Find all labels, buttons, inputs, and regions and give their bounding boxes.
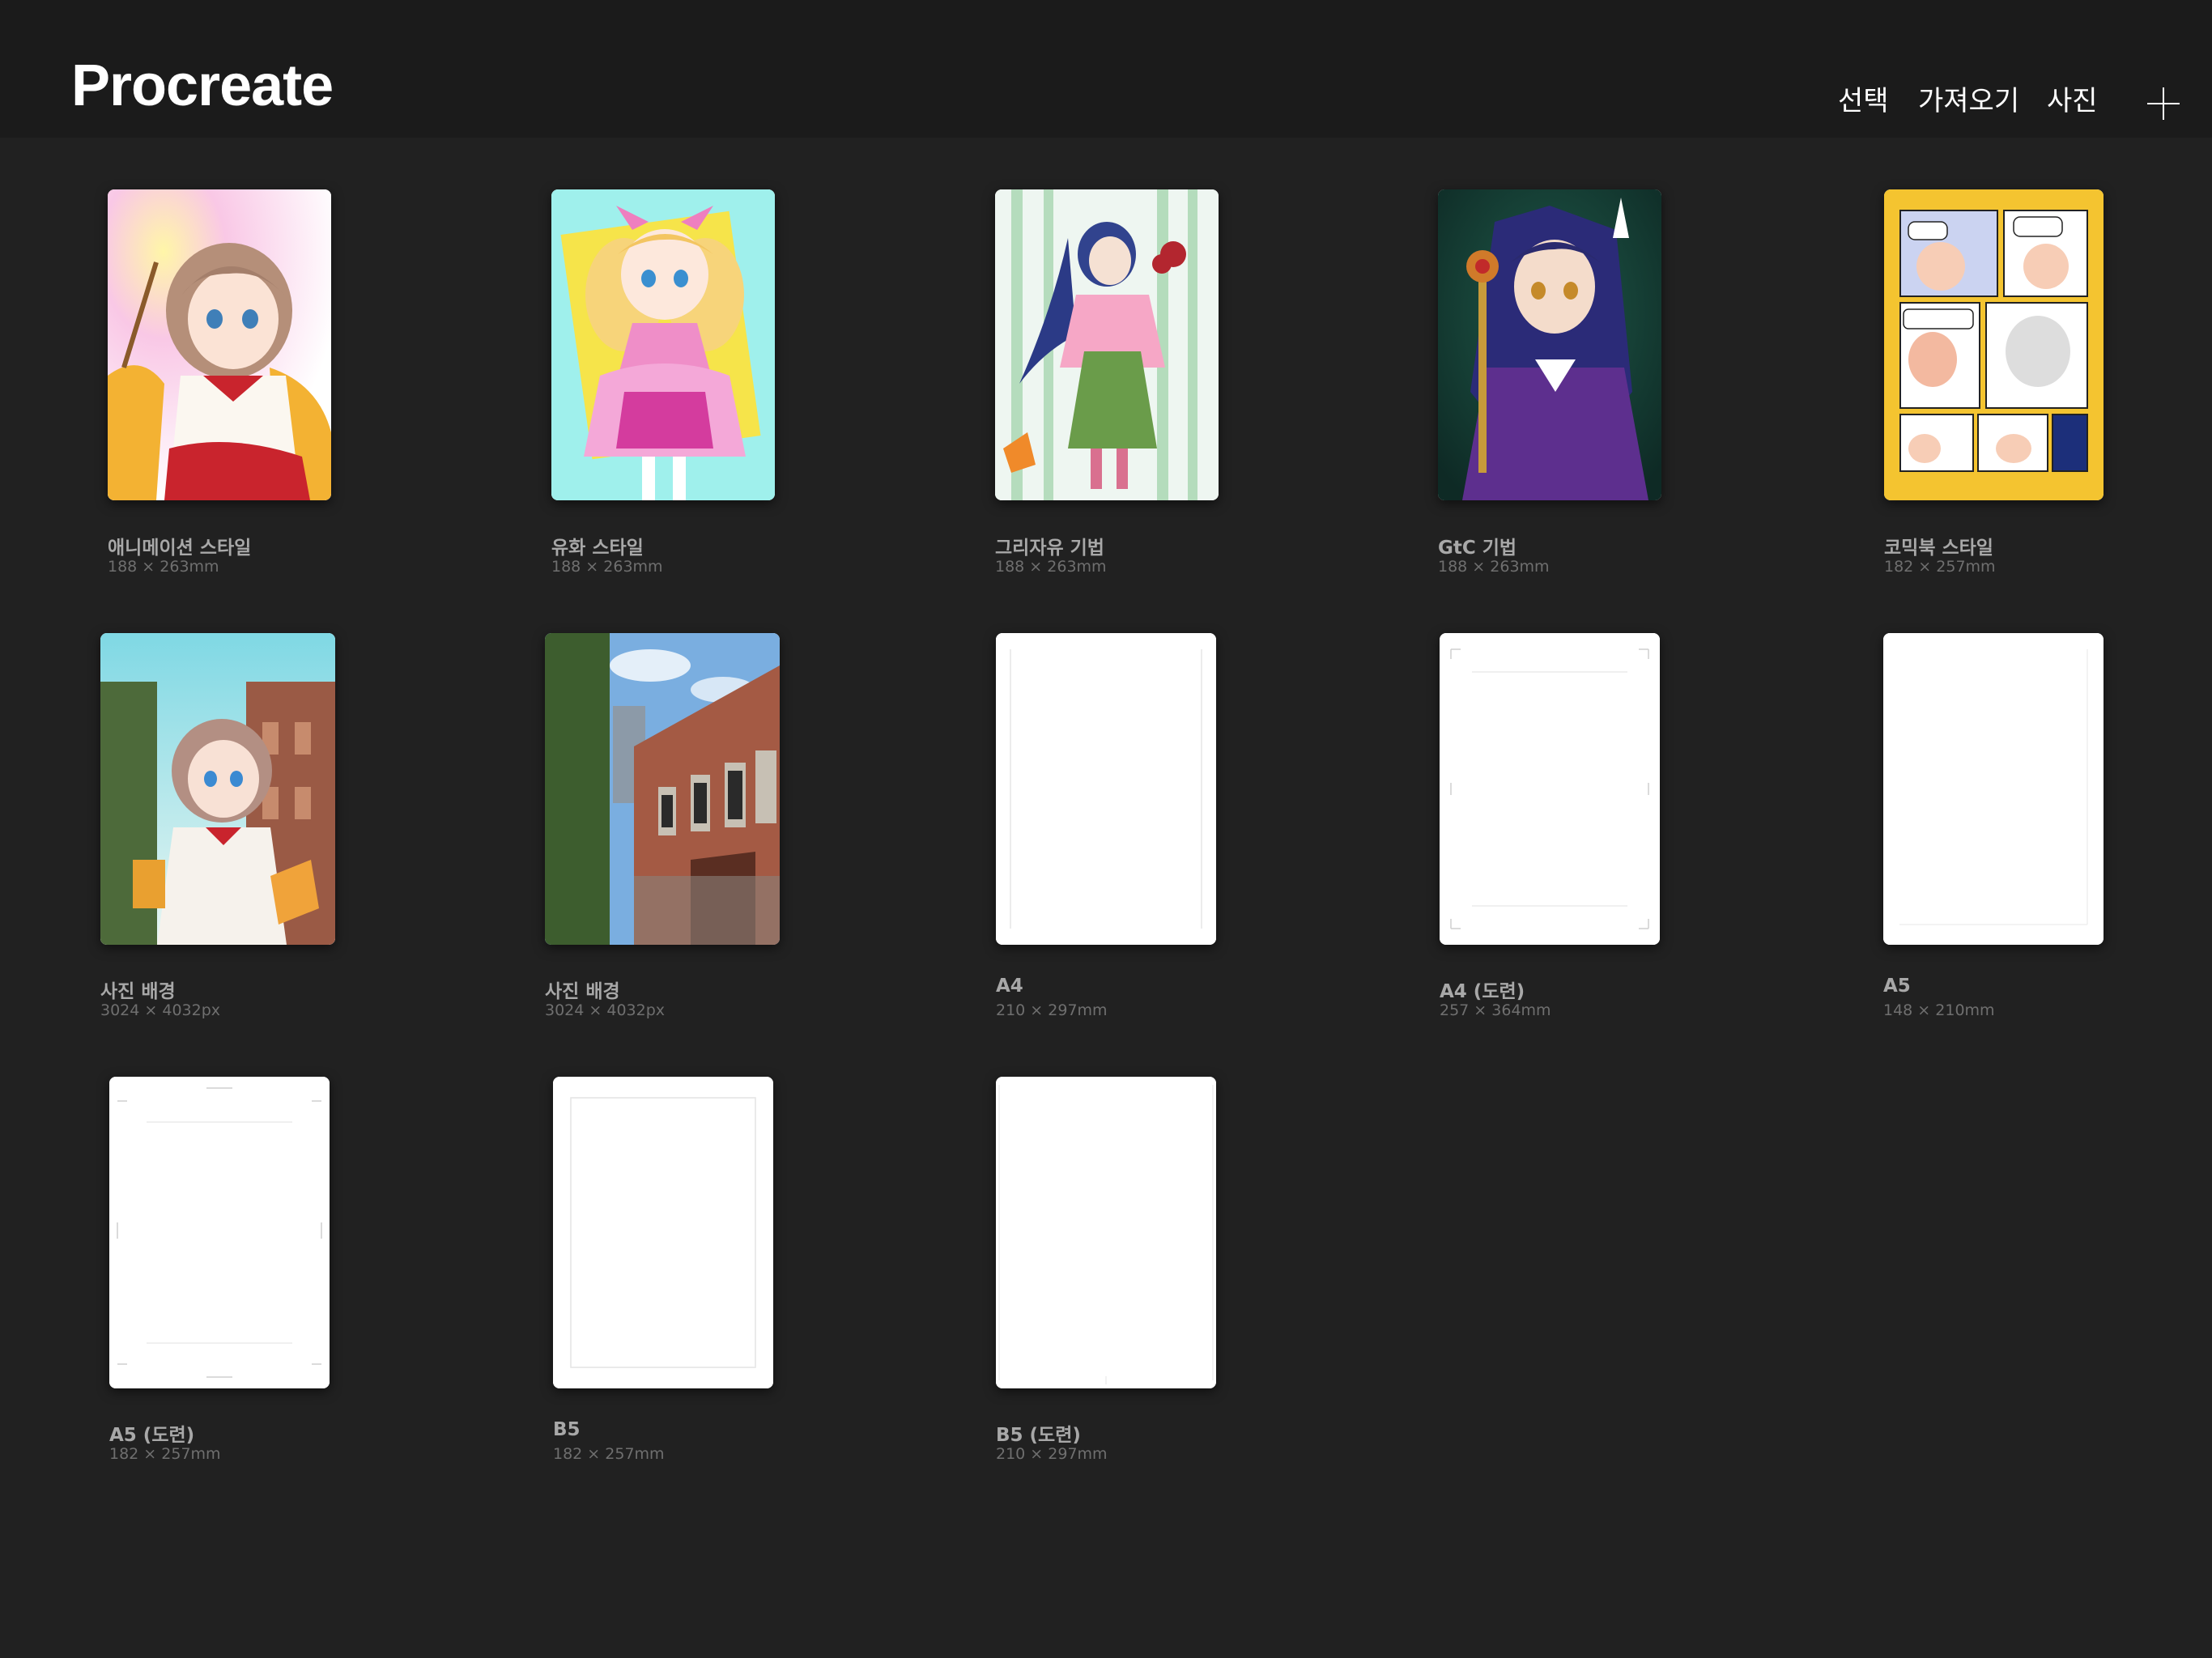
artwork-title: 사진 배경 — [100, 981, 176, 1002]
plus-icon[interactable] — [2147, 87, 2180, 120]
blank-canvas — [996, 1077, 1216, 1388]
artwork-thumbnail[interactable] — [1883, 633, 2104, 945]
artwork-size: 188 × 263mm — [551, 558, 663, 576]
artwork-size: 210 × 297mm — [996, 1001, 1108, 1019]
artwork-thumbnail[interactable] — [996, 1077, 1216, 1388]
artwork-thumbnail[interactable] — [1440, 633, 1660, 945]
comic-page-artwork — [1884, 189, 2104, 500]
anime-girl-artwork — [108, 189, 331, 500]
artwork-thumbnail[interactable] — [996, 633, 1216, 945]
blank-canvas-bleed — [1440, 633, 1660, 945]
artwork-thumbnail[interactable] — [1438, 189, 1661, 500]
blank-canvas — [1883, 633, 2104, 945]
photo-button[interactable]: 사진 — [2047, 83, 2098, 120]
import-button-label: 가져오기 — [1918, 85, 2020, 117]
artwork-title: B5 (도련) — [996, 1425, 1081, 1446]
artwork-size: 182 × 257mm — [553, 1445, 665, 1463]
artwork-size: 3024 × 4032px — [545, 1001, 666, 1019]
artwork-size: 210 × 297mm — [996, 1445, 1108, 1463]
import-button[interactable]: 가져오기 — [1918, 83, 2019, 120]
blank-canvas-frame — [553, 1077, 773, 1388]
artwork-thumbnail[interactable] — [553, 1077, 773, 1388]
artwork-size: 148 × 210mm — [1883, 1001, 1995, 1019]
artwork-title: 사진 배경 — [545, 981, 620, 1002]
artwork-size: 3024 × 4032px — [100, 1001, 221, 1019]
artwork-thumbnail[interactable] — [100, 633, 335, 945]
purple-witch-artwork — [1438, 189, 1661, 500]
artwork-title: A4 — [996, 976, 1023, 997]
artwork-title: B5 — [553, 1419, 581, 1440]
artwork-title: 애니메이션 스타일 — [108, 538, 252, 559]
artwork-thumbnail[interactable] — [108, 189, 331, 500]
blank-canvas — [996, 633, 1216, 945]
pink-dress-girl-artwork — [551, 189, 775, 500]
artwork-thumbnail[interactable] — [545, 633, 780, 945]
artwork-title: A5 (도련) — [109, 1425, 195, 1446]
artwork-size: 182 × 257mm — [1884, 558, 1996, 576]
app-title: Procreate — [71, 53, 334, 118]
girl-photo-background — [100, 633, 335, 945]
artwork-title: 그리자유 기법 — [995, 538, 1104, 559]
artwork-thumbnail[interactable] — [109, 1077, 330, 1388]
artwork-size: 188 × 263mm — [995, 558, 1107, 576]
artwork-size: 182 × 257mm — [109, 1445, 221, 1463]
artwork-thumbnail[interactable] — [995, 189, 1219, 500]
artwork-thumbnail[interactable] — [551, 189, 775, 500]
brick-building-photo — [545, 633, 780, 945]
artwork-title: A4 (도련) — [1440, 981, 1525, 1002]
photo-button-label: 사진 — [2047, 85, 2098, 117]
artwork-size: 188 × 263mm — [108, 558, 219, 576]
artwork-title: GtC 기법 — [1438, 538, 1517, 559]
artwork-title: 코믹북 스타일 — [1884, 538, 1993, 559]
artwork-title: 유화 스타일 — [551, 538, 644, 559]
artwork-title: A5 — [1883, 976, 1911, 997]
bamboo-girl-artwork — [995, 189, 1219, 500]
artwork-size: 188 × 263mm — [1438, 558, 1550, 576]
select-button[interactable]: 선택 — [1838, 83, 1889, 120]
blank-canvas-bleed — [109, 1077, 330, 1388]
artwork-thumbnail[interactable] — [1884, 189, 2104, 500]
select-button-label: 선택 — [1838, 85, 1889, 117]
artwork-size: 257 × 364mm — [1440, 1001, 1551, 1019]
